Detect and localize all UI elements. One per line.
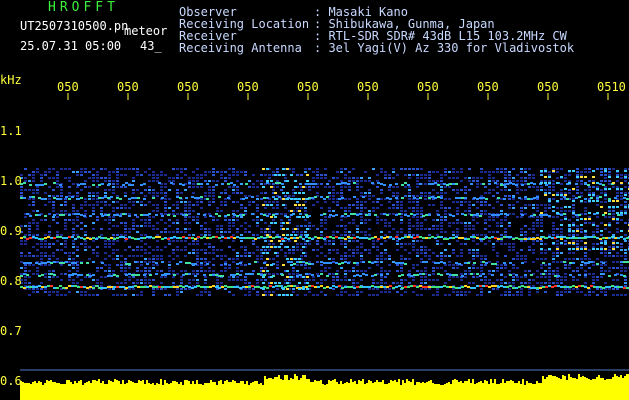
spectrogram <box>20 93 629 400</box>
x-tick-label: 050 <box>57 80 79 94</box>
x-tick-label: 050 <box>237 80 259 94</box>
y-tick-label: 0.7 <box>0 324 22 338</box>
x-tick-label: 050 <box>477 80 499 94</box>
x-tick-label: 050 <box>177 80 199 94</box>
y-tick-label: 1.0 <box>0 174 22 188</box>
y-unit-label: kHz <box>0 73 22 87</box>
x-tick-label: 050 <box>357 80 379 94</box>
x-tick-label: 050 <box>297 80 319 94</box>
x-tick-marks <box>67 93 609 100</box>
y-tick-label: 0.6 <box>0 374 22 388</box>
signal-level-bars <box>20 374 629 400</box>
y-tick-label: 0.9 <box>0 224 22 238</box>
x-tick-label: 050 <box>117 80 139 94</box>
x-tick-label: 0510 <box>597 80 626 94</box>
x-tick-label: 050 <box>537 80 559 94</box>
y-tick-label: 1.1 <box>0 124 22 138</box>
x-tick-label: 050 <box>417 80 439 94</box>
y-tick-label: 0.8 <box>0 274 22 288</box>
